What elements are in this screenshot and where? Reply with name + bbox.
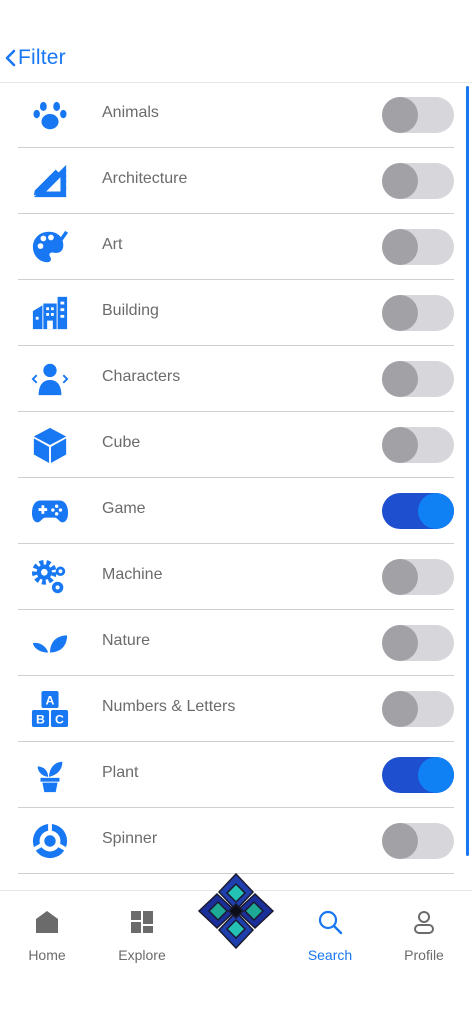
- tab-profile[interactable]: Profile: [384, 909, 464, 963]
- toggle-switch[interactable]: [382, 625, 454, 661]
- filter-screen: Filter Animals Architecture Art Building…: [0, 0, 472, 1024]
- toggle-knob: [382, 691, 418, 727]
- filter-row-building: Building: [18, 280, 454, 346]
- abc-blocks-icon: A B C: [31, 690, 69, 728]
- filter-row-characters: Characters: [18, 346, 454, 412]
- filter-row-game: Game: [18, 478, 454, 544]
- toggle-switch[interactable]: [382, 559, 454, 595]
- spinner-icon: [31, 822, 69, 860]
- toggle-knob: [382, 295, 418, 331]
- toggle-knob: [382, 163, 418, 199]
- toggle-switch[interactable]: [382, 97, 454, 133]
- filter-row-plant: Plant: [18, 742, 454, 808]
- filter-label: Animals: [102, 104, 159, 121]
- gamepad-icon: [31, 492, 69, 530]
- filter-label: Characters: [102, 368, 181, 385]
- filter-row-machine: Machine: [18, 544, 454, 610]
- filter-list: Animals Architecture Art Building Charac…: [18, 82, 454, 874]
- scrollbar[interactable]: [466, 86, 469, 856]
- toggle-switch[interactable]: [382, 295, 454, 331]
- cube-icon: [31, 426, 69, 464]
- chevron-left-icon: [5, 49, 16, 67]
- tab-search[interactable]: Search: [290, 909, 370, 963]
- tab-explore[interactable]: Explore: [102, 909, 182, 963]
- filter-row-art: Art: [18, 214, 454, 280]
- filter-label: Art: [102, 236, 123, 253]
- back-button[interactable]: Filter: [4, 46, 66, 70]
- potted-plant-icon: [31, 756, 69, 794]
- tab-home[interactable]: Home: [7, 909, 87, 963]
- filter-row-cube: Cube: [18, 412, 454, 478]
- tab-label: Explore: [118, 947, 166, 963]
- filter-label: Plant: [102, 764, 139, 781]
- toggle-switch[interactable]: [382, 823, 454, 859]
- toggle-knob: [382, 559, 418, 595]
- search-icon: [318, 910, 343, 935]
- toggle-switch[interactable]: [382, 361, 454, 397]
- filter-row-architecture: Architecture: [18, 148, 454, 214]
- toggle-knob: [382, 361, 418, 397]
- toggle-switch[interactable]: [382, 691, 454, 727]
- toggle-knob: [382, 823, 418, 859]
- filter-label: Nature: [102, 632, 151, 649]
- toggle-knob: [382, 427, 418, 463]
- filter-label: Architecture: [102, 170, 188, 187]
- building-icon: [31, 294, 69, 332]
- filter-label: Numbers & Letters: [102, 698, 236, 715]
- grid-icon: [131, 911, 153, 933]
- header: Filter: [0, 38, 472, 83]
- app-logo-icon[interactable]: [197, 872, 275, 950]
- toggle-switch[interactable]: [382, 427, 454, 463]
- toggle-switch[interactable]: [382, 493, 454, 529]
- ruler-pencil-icon: [31, 162, 69, 200]
- svg-text:A: A: [46, 693, 55, 707]
- leaves-icon: [31, 624, 69, 662]
- filter-label: Machine: [102, 566, 163, 583]
- filter-row-spinner: Spinner: [18, 808, 454, 874]
- toggle-switch[interactable]: [382, 163, 454, 199]
- toggle-knob: [418, 757, 454, 793]
- filter-row-numbers-letters: A B C Numbers & Letters: [18, 676, 454, 742]
- page-title: Filter: [18, 46, 66, 69]
- toggle-knob: [382, 229, 418, 265]
- filter-label: Game: [102, 500, 146, 517]
- filter-row-nature: Nature: [18, 610, 454, 676]
- gears-icon: [31, 558, 69, 596]
- tab-label: Profile: [404, 947, 444, 963]
- toggle-switch[interactable]: [382, 229, 454, 265]
- profile-icon: [414, 911, 434, 934]
- filter-label: Building: [102, 302, 159, 319]
- palette-icon: [31, 228, 69, 266]
- svg-text:C: C: [55, 712, 64, 726]
- person-icon: [31, 360, 69, 398]
- toggle-switch[interactable]: [382, 757, 454, 793]
- filter-label: Spinner: [102, 830, 158, 847]
- tab-label: Home: [28, 947, 66, 963]
- toggle-knob: [418, 493, 454, 529]
- toggle-knob: [382, 97, 418, 133]
- svg-text:B: B: [36, 712, 45, 726]
- toggle-knob: [382, 625, 418, 661]
- paw-icon: [31, 96, 69, 134]
- filter-row-animals: Animals: [18, 82, 454, 148]
- filter-label: Cube: [102, 434, 141, 451]
- tab-label: Search: [307, 947, 353, 963]
- home-icon: [36, 911, 58, 933]
